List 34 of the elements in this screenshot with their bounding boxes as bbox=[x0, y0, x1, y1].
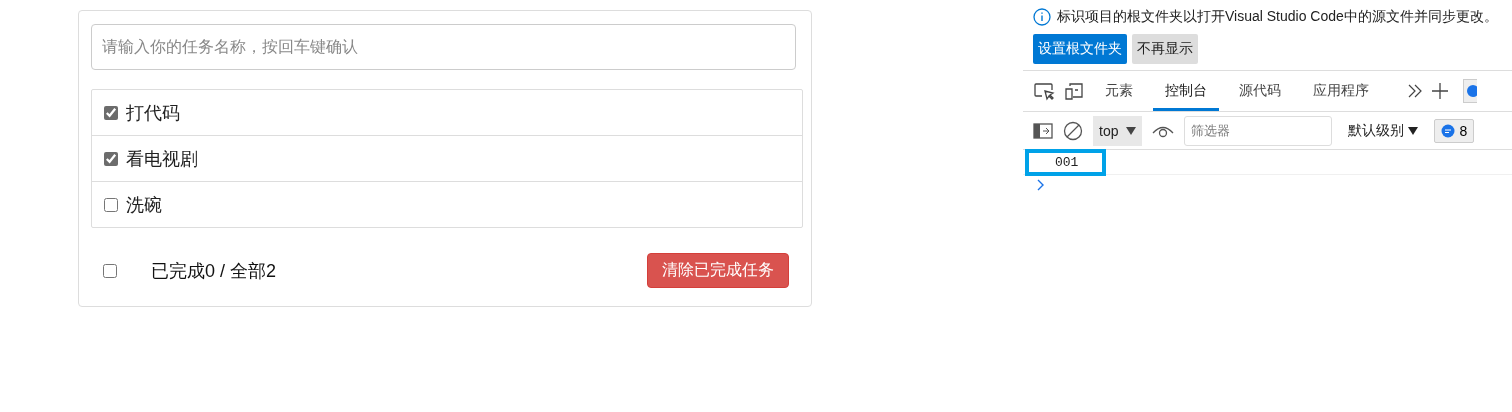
checkbox[interactable] bbox=[104, 197, 118, 212]
dropdown-icon bbox=[1408, 126, 1419, 135]
checkbox[interactable] bbox=[104, 151, 118, 166]
message-icon bbox=[1441, 123, 1456, 138]
checkbox[interactable] bbox=[104, 105, 118, 120]
clear-completed-button[interactable]: 清除已完成任务 bbox=[647, 253, 789, 288]
more-tabs-icon[interactable] bbox=[1407, 83, 1423, 99]
context-select[interactable]: top bbox=[1093, 115, 1143, 146]
devtools-tab[interactable]: 元素 bbox=[1093, 71, 1145, 111]
checkbox[interactable] bbox=[103, 263, 117, 278]
info-icon bbox=[1033, 8, 1051, 26]
notice-button[interactable]: 不再显示 bbox=[1132, 34, 1198, 64]
console-output: 001 bbox=[1025, 148, 1107, 176]
task-label: 看电视剧 bbox=[126, 147, 198, 171]
notice-text: 标识项目的根文件夹以打开Visual Studio Code中的源文件并同步更改。 bbox=[1057, 8, 1498, 26]
inspect-icon[interactable] bbox=[1033, 81, 1055, 101]
devtools-tab[interactable]: 应用程序 bbox=[1301, 71, 1381, 111]
devtools-tab[interactable]: 控制台 bbox=[1153, 71, 1219, 111]
task-label: 打代码 bbox=[126, 101, 180, 125]
task-label: 洗碗 bbox=[126, 193, 162, 217]
clear-console-icon[interactable] bbox=[1063, 120, 1083, 141]
device-icon[interactable] bbox=[1063, 81, 1085, 101]
devtools-tab[interactable]: 源代码 bbox=[1227, 71, 1293, 111]
task-input[interactable]: 请输入你的任务名称，按回车键确认 bbox=[91, 24, 796, 70]
dropdown-icon bbox=[1126, 126, 1137, 135]
message-icon[interactable] bbox=[1463, 79, 1477, 103]
sidebar-toggle-icon[interactable] bbox=[1033, 122, 1053, 139]
completion-summary: 已完成0 / 全部2 bbox=[151, 259, 277, 283]
message-count-button[interactable]: 8 bbox=[1434, 118, 1475, 143]
plus-icon[interactable] bbox=[1431, 82, 1449, 100]
filter-field[interactable]: 筛选器 bbox=[1184, 115, 1333, 146]
prompt-chevron-icon[interactable] bbox=[1037, 179, 1045, 191]
notice-button[interactable]: 设置根文件夹 bbox=[1033, 34, 1127, 64]
log-level-dropdown[interactable]: 默认级别 bbox=[1342, 120, 1425, 141]
